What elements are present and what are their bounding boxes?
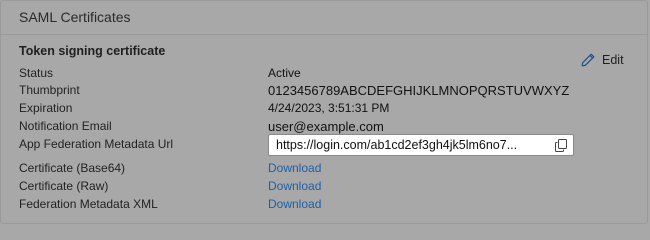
cert-raw-row: Certificate (Raw) Download [19, 179, 629, 197]
metadata-url-label: App Federation Metadata Url [19, 137, 174, 151]
metadata-url-field[interactable]: https://login.com/ab1cd2ef3gh4jk5lm6no7.… [268, 134, 574, 156]
notification-email-label: Notification Email [19, 119, 112, 133]
edit-label: Edit [602, 53, 624, 67]
federation-xml-row: Federation Metadata XML Download [19, 197, 629, 215]
certificate-heading: Token signing certificate [19, 44, 166, 58]
metadata-url-value[interactable]: https://login.com/ab1cd2ef3gh4jk5lm6no7.… [276, 138, 517, 152]
federation-xml-download-link[interactable]: Download [268, 197, 321, 211]
copy-icon[interactable] [555, 139, 567, 152]
thumbprint-label: Thumbprint [19, 83, 80, 97]
notification-email-value: user@example.com [268, 119, 384, 134]
saml-certificates-panel: SAML Certificates Token signing certific… [0, 0, 648, 224]
thumbprint-value: 0123456789ABCDEFGHIJKLMNOPQRSTUVWXYZ [268, 83, 570, 98]
section-title: SAML Certificates [19, 9, 131, 25]
expiration-label: Expiration [19, 101, 73, 115]
divider [1, 34, 647, 35]
cert-raw-label: Certificate (Raw) [19, 179, 109, 193]
thumbprint-row: Thumbprint 0123456789ABCDEFGHIJKLMNOPQRS… [19, 83, 629, 101]
cert-base64-row: Certificate (Base64) Download [19, 161, 629, 179]
cert-base64-download-link[interactable]: Download [268, 161, 321, 175]
status-row: Status Active [19, 66, 629, 84]
status-value: Active [268, 66, 301, 80]
expiration-row: Expiration 4/24/2023, 3:51:31 PM [19, 101, 629, 119]
expiration-value: 4/24/2023, 3:51:31 PM [268, 101, 390, 115]
cert-base64-label: Certificate (Base64) [19, 161, 126, 175]
cert-raw-download-link[interactable]: Download [268, 179, 321, 193]
federation-xml-label: Federation Metadata XML [19, 197, 158, 211]
metadata-url-row: App Federation Metadata Url https://logi… [19, 134, 629, 156]
status-label: Status [19, 66, 54, 80]
